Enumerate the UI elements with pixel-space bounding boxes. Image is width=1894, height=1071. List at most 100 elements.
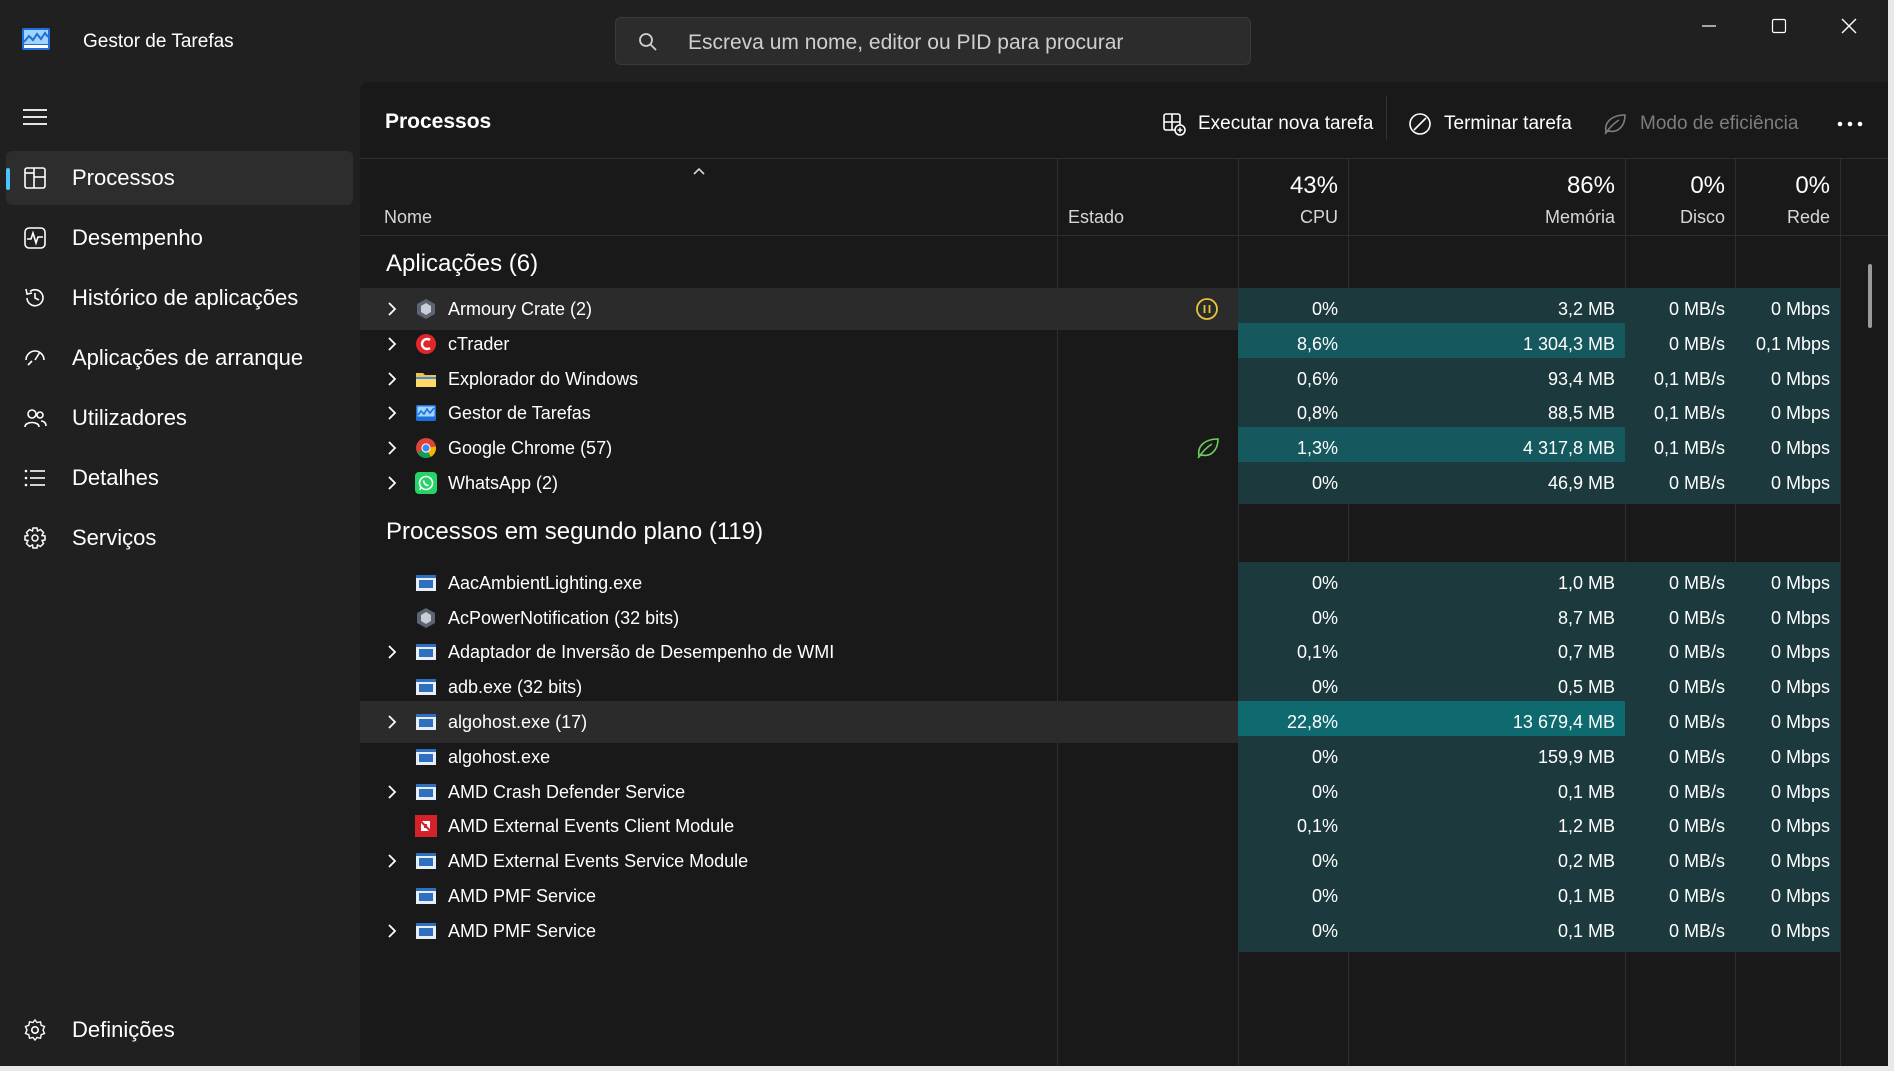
process-name: AMD External Events Service Module — [448, 851, 749, 872]
efficiency-mode-label: Modo de eficiência — [1640, 113, 1799, 134]
expand-chevron-icon[interactable] — [386, 301, 398, 317]
title-bar: Gestor de Tarefas — [0, 0, 1888, 82]
sidebar-item-servicos[interactable]: Serviços — [6, 511, 353, 565]
process-name: WhatsApp (2) — [448, 473, 559, 493]
column-header-name[interactable]: Nome — [384, 207, 432, 228]
process-row[interactable]: WhatsApp (2) 0% 46,9 MB 0 MB/s 0 Mbps — [360, 462, 1840, 504]
maximize-button[interactable] — [1744, 8, 1814, 44]
sidebar-item-label: Detalhes — [72, 465, 159, 490]
efficiency-leaf-icon — [1604, 114, 1626, 135]
end-task-button[interactable]: Terminar tarefa — [1408, 106, 1572, 142]
expand-chevron-icon[interactable] — [386, 371, 398, 387]
expand-chevron-icon[interactable] — [386, 405, 398, 421]
column-header-status[interactable]: Estado — [1068, 207, 1124, 228]
memory-header-label: Memória — [1544, 207, 1615, 227]
ctrader-icon — [415, 333, 437, 355]
expand-chevron-icon[interactable] — [386, 853, 398, 869]
toolbar-separator — [1386, 96, 1387, 140]
disk-total-percent: 0% — [1690, 172, 1725, 199]
sidebar-item-processos[interactable]: Processos — [6, 151, 353, 205]
column-divider — [1840, 159, 1841, 1066]
expand-chevron-icon[interactable] — [386, 923, 398, 939]
sidebar-item-arranque[interactable]: Aplicações de arranque — [6, 331, 353, 385]
process-name: Explorador do Windows — [448, 368, 639, 389]
search-input[interactable] — [686, 28, 1230, 58]
efficiency-leaf-icon — [1195, 436, 1219, 460]
window-app-icon — [415, 885, 437, 907]
network-header-label: Rede — [1786, 207, 1830, 227]
armoury-icon — [415, 298, 437, 320]
sidebar-item-definicoes[interactable]: Definições — [6, 1003, 353, 1057]
startup-icon — [25, 350, 45, 366]
memory-cell: 0,1 MB — [1348, 909, 1625, 952]
process-name: Gestor de Tarefas — [448, 403, 591, 424]
sidebar-item-historico[interactable]: Histórico de aplicações — [6, 271, 353, 325]
sidebar-item-label: Utilizadores — [72, 405, 187, 430]
cpu-header-label: CPU — [1299, 207, 1338, 227]
chrome-icon — [415, 437, 437, 459]
expand-chevron-icon[interactable] — [386, 644, 398, 660]
more-options-button[interactable] — [1828, 106, 1872, 142]
process-name: algohost.exe (17) — [448, 712, 588, 732]
process-name: AacAmbientLighting.exe — [448, 572, 643, 593]
menu-hamburger-icon[interactable] — [22, 106, 48, 128]
sidebar-item-utilizadores[interactable]: Utilizadores — [6, 391, 353, 445]
close-button[interactable] — [1814, 8, 1884, 44]
process-name: Google Chrome (57) — [448, 438, 613, 459]
window-app-icon — [415, 572, 437, 594]
network-total-percent: 0% — [1795, 172, 1830, 199]
sidebar-item-label: Desempenho — [72, 225, 203, 250]
minimize-icon — [1702, 25, 1716, 27]
expand-chevron-icon[interactable] — [386, 784, 398, 800]
run-task-icon — [1163, 113, 1186, 136]
network-cell: 0 Mbps — [1735, 909, 1840, 952]
disk-cell: 0 MB/s — [1625, 462, 1735, 504]
details-icon — [24, 469, 45, 487]
process-name: AMD PMF Service — [448, 920, 597, 941]
group-label: Processos em segundo plano (119) — [386, 517, 764, 545]
expand-chevron-icon[interactable] — [386, 440, 398, 456]
search-box[interactable] — [615, 17, 1251, 65]
end-task-label: Terminar tarefa — [1444, 113, 1572, 134]
window-app-icon — [415, 711, 437, 733]
sidebar-item-detalhes[interactable]: Detalhes — [6, 451, 353, 505]
group-header: Aplicações (6) — [360, 236, 1840, 292]
processes-pane: Processos Executar nova tarefa Terminar … — [360, 82, 1888, 1066]
memory-cell: 46,9 MB — [1348, 462, 1625, 504]
process-name: AMD Crash Defender Service — [448, 781, 686, 802]
settings-label: Definições — [72, 1017, 175, 1042]
end-task-icon — [1409, 113, 1431, 135]
window-app-icon — [415, 676, 437, 698]
run-new-task-label: Executar nova tarefa — [1198, 113, 1374, 134]
efficiency-mode-button[interactable]: Modo de eficiência — [1602, 106, 1798, 142]
sort-ascending-icon[interactable] — [692, 166, 706, 176]
window-app-icon — [415, 781, 437, 803]
sidebar-item-label: Aplicações de arranque — [72, 345, 304, 370]
process-row[interactable]: AMD PMF Service 0% 0,1 MB 0 MB/s 0 Mbps — [360, 909, 1840, 952]
expand-chevron-icon[interactable] — [386, 336, 398, 352]
vertical-scrollbar[interactable] — [1868, 264, 1872, 328]
group-header: Processos em segundo plano (119) — [360, 504, 1840, 560]
sidebar-item-desempenho[interactable]: Desempenho — [6, 211, 353, 265]
app-title: Gestor de Tarefas — [83, 31, 234, 52]
minimize-button[interactable] — [1674, 8, 1744, 44]
expand-chevron-icon[interactable] — [386, 714, 398, 730]
process-name: Armoury Crate (2) — [448, 299, 593, 319]
amd-icon — [415, 815, 437, 838]
disk-header-label: Disco — [1679, 207, 1725, 227]
armoury-icon — [415, 607, 437, 629]
sidebar-item-label: Processos — [72, 165, 175, 190]
run-new-task-button[interactable]: Executar nova tarefa — [1162, 106, 1373, 142]
process-name: AMD External Events Client Module — [448, 816, 735, 837]
process-name: AcPowerNotification (32 bits) — [448, 607, 680, 628]
sidebar-nav: Processos Desempenho Histórico de aplica… — [6, 151, 353, 571]
process-name: AMD PMF Service — [448, 886, 597, 906]
task-manager-icon — [415, 402, 437, 424]
expand-chevron-icon[interactable] — [386, 475, 398, 491]
cpu-cell: 0% — [1238, 462, 1348, 504]
sidebar-item-label: Histórico de aplicações — [72, 285, 299, 310]
close-icon — [1841, 18, 1857, 34]
more-dots-icon — [1837, 121, 1863, 127]
memory-total-percent: 86% — [1566, 172, 1615, 199]
history-icon — [25, 288, 44, 307]
